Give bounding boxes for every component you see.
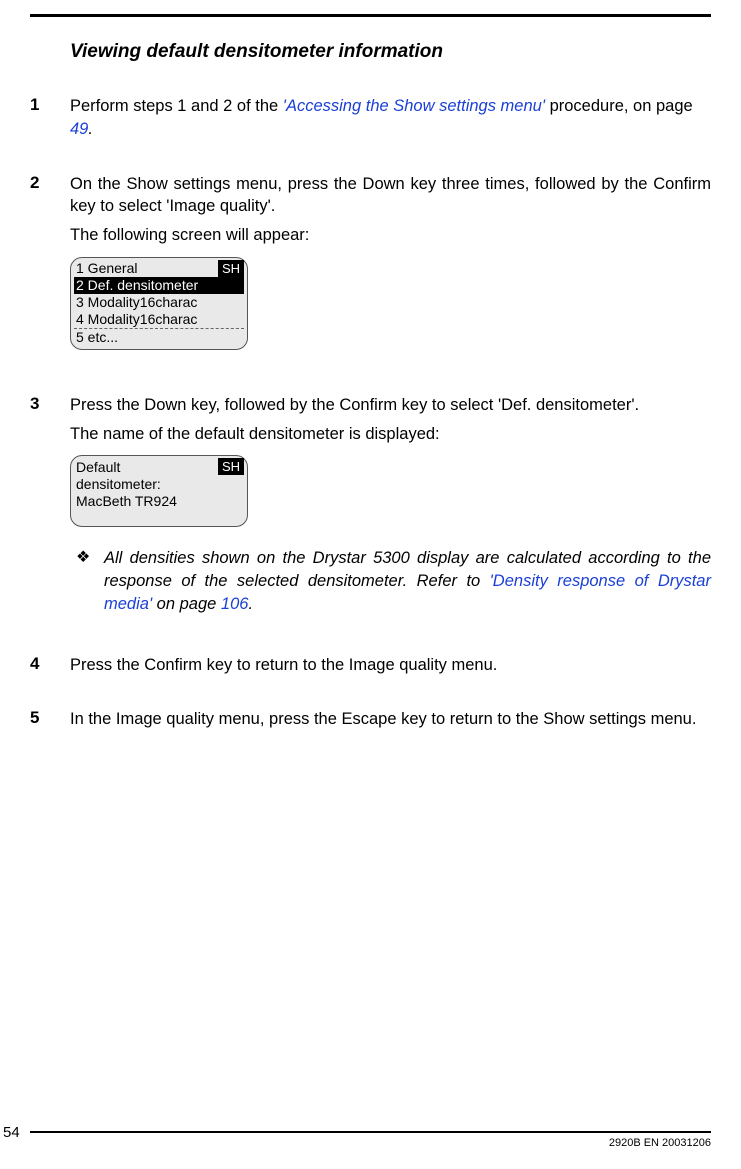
step-number: 3 bbox=[30, 394, 70, 628]
text: . bbox=[248, 595, 253, 613]
lcd-row-etc: 5 etc... bbox=[74, 328, 244, 346]
link-page-49[interactable]: 49 bbox=[70, 120, 88, 138]
step-5: 5 In the Image quality menu, press the E… bbox=[30, 708, 711, 737]
note-body: All densities shown on the Drystar 5300 … bbox=[104, 547, 711, 615]
step-4: 4 Press the Confirm key to return to the… bbox=[30, 654, 711, 683]
lcd-row: 4 Modality16charac bbox=[74, 311, 244, 328]
sh-badge: SH bbox=[218, 260, 244, 277]
text: The following screen will appear: bbox=[70, 224, 711, 247]
step-body: On the Show settings menu, press the Dow… bbox=[70, 173, 711, 368]
text: Press the Confirm key to return to the I… bbox=[70, 654, 711, 677]
text: Perform steps 1 and 2 of the bbox=[70, 97, 283, 115]
section-heading: Viewing default densitometer information bbox=[70, 41, 711, 63]
step-body: Perform steps 1 and 2 of the 'Accessing … bbox=[70, 95, 711, 147]
text: . bbox=[88, 120, 93, 138]
step-number: 4 bbox=[30, 654, 70, 683]
text: On the Show settings menu, press the Dow… bbox=[70, 173, 711, 219]
footer-rule: 54 bbox=[30, 1131, 711, 1133]
text: The name of the default densitometer is … bbox=[70, 423, 711, 446]
lcd-row: 3 Modality16charac bbox=[74, 294, 244, 311]
lcd-screen-menu: SH 1 General 2 Def. densitometer 3 Modal… bbox=[70, 257, 248, 350]
step-2: 2 On the Show settings menu, press the D… bbox=[30, 173, 711, 368]
step-number: 1 bbox=[30, 95, 70, 147]
step-1: 1 Perform steps 1 and 2 of the 'Accessin… bbox=[30, 95, 711, 147]
page-content: Viewing default densitometer information… bbox=[0, 0, 741, 737]
step-body: Press the Confirm key to return to the I… bbox=[70, 654, 711, 683]
lcd-line: MacBeth TR924 bbox=[76, 493, 242, 510]
lcd-screen-result: SH Default densitometer: MacBeth TR924 bbox=[70, 455, 248, 527]
document-id: 2920B EN 20031206 bbox=[30, 1137, 711, 1149]
lcd-line: densitometer: bbox=[76, 476, 242, 493]
note-bullet-icon: ❖ bbox=[70, 547, 104, 615]
link-accessing-show-settings[interactable]: 'Accessing the Show settings menu' bbox=[283, 97, 545, 115]
link-page-106[interactable]: 106 bbox=[221, 595, 249, 613]
text: In the Image quality menu, press the Esc… bbox=[70, 708, 711, 731]
text: Press the Down key, followed by the Conf… bbox=[70, 394, 711, 417]
step-body: Press the Down key, followed by the Conf… bbox=[70, 394, 711, 628]
top-rule bbox=[30, 14, 711, 17]
sh-badge: SH bbox=[218, 458, 244, 475]
step-3: 3 Press the Down key, followed by the Co… bbox=[30, 394, 711, 628]
step-number: 5 bbox=[30, 708, 70, 737]
page-number: 54 bbox=[3, 1124, 24, 1141]
note: ❖ All densities shown on the Drystar 530… bbox=[70, 547, 711, 615]
lcd-row-selected: 2 Def. densitometer bbox=[74, 277, 244, 294]
text: on page bbox=[152, 595, 221, 613]
step-body: In the Image quality menu, press the Esc… bbox=[70, 708, 711, 737]
step-number: 2 bbox=[30, 173, 70, 368]
text: procedure, on page bbox=[545, 97, 693, 115]
page-footer: 54 2920B EN 20031206 bbox=[30, 1131, 711, 1149]
